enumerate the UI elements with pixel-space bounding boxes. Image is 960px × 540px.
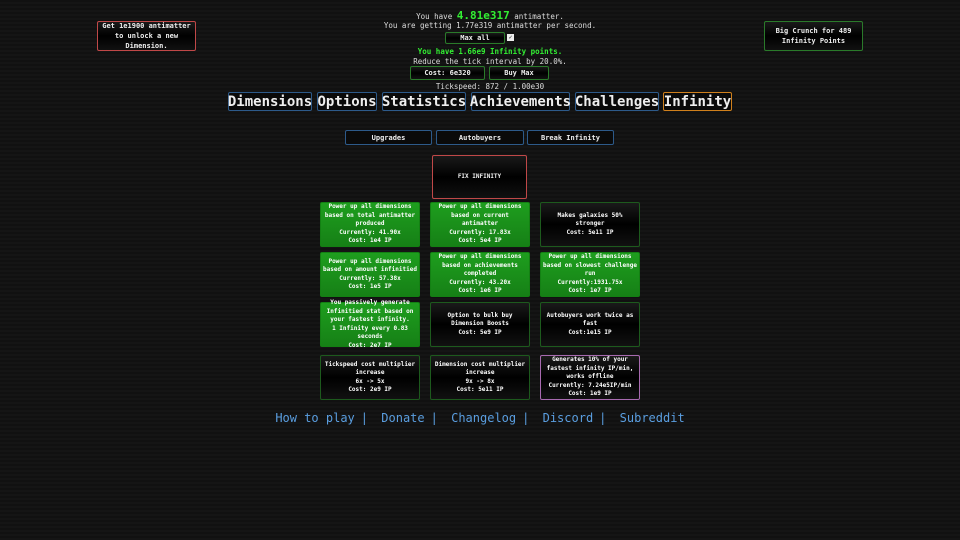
tab-challenges[interactable]: Challenges — [575, 92, 659, 111]
tab-dimensions[interactable]: Dimensions — [228, 92, 312, 111]
tab-statistics[interactable]: Statistics — [382, 92, 466, 111]
subtab-break-infinity[interactable]: Break Infinity — [527, 130, 614, 145]
max-all-button[interactable]: Max all — [445, 32, 505, 44]
fix-infinity-button[interactable]: FIX INFINITY — [432, 155, 527, 199]
link-how-to-play[interactable]: How to play — [275, 411, 354, 425]
infinity-upgrade[interactable]: Generates 10% of your fastest infinity I… — [540, 355, 640, 400]
infinity-upgrade[interactable]: Power up all dimensions based on amount … — [320, 252, 420, 297]
infinity-upgrade[interactable]: Power up all dimensions based on achieve… — [430, 252, 530, 297]
separator: | — [430, 411, 438, 425]
label: antimatter. — [514, 12, 564, 21]
infinity-upgrade[interactable]: Dimension cost multiplier increase 9x ->… — [430, 355, 530, 400]
separator: | — [360, 411, 369, 425]
link-donate[interactable]: Donate — [381, 411, 424, 425]
infinity-points: You have 1.66e9 Infinity points. — [417, 47, 563, 56]
infinity-upgrade[interactable]: Tickspeed cost multiplier increase 6x ->… — [320, 355, 420, 400]
infinity-upgrade[interactable]: Power up all dimensions based on current… — [430, 202, 530, 247]
infinity-upgrade[interactable]: Power up all dimensions based on slowest… — [540, 252, 640, 297]
tick-reduce-text: Reduce the tick interval by 20.0%. — [413, 57, 567, 66]
tab-options[interactable]: Options — [317, 92, 377, 111]
infinity-upgrade[interactable]: Makes galaxies 50% stronger Cost: 5e11 I… — [540, 202, 640, 247]
subtab-autobuyers[interactable]: Autobuyers — [436, 130, 524, 145]
tickspeed-display: Tickspeed: 872 / 1.00e30 — [435, 82, 545, 91]
link-changelog[interactable]: Changelog — [451, 411, 516, 425]
tab-achievements[interactable]: Achievements — [470, 92, 571, 111]
tab-infinity[interactable]: Infinity — [663, 92, 732, 111]
infinity-upgrade[interactable]: You passively generate Infinitied stat b… — [320, 299, 420, 349]
tickspeed-cost-button[interactable]: Cost: 6e320 — [410, 66, 485, 80]
footer-links: How to play | Donate | Changelog | Discord |… — [0, 411, 960, 425]
infinity-upgrade[interactable]: Option to bulk buy Dimension Boosts Cost… — [430, 302, 530, 347]
separator: | — [522, 411, 530, 425]
infinity-upgrade[interactable]: Autobuyers work twice as fast Cost:1e15 … — [540, 302, 640, 347]
tickspeed-buy-max-button[interactable]: Buy Max — [489, 66, 549, 80]
antimatter-rate: You are getting 1.77e319 antimatter per … — [383, 21, 597, 30]
max-all-checkbox[interactable]: ✓ — [507, 34, 514, 41]
link-discord[interactable]: Discord — [543, 411, 594, 425]
infinity-upgrade[interactable]: Power up all dimensions based on total a… — [320, 202, 420, 247]
subtab-upgrades[interactable]: Upgrades — [345, 130, 432, 145]
separator: | — [599, 411, 607, 425]
link-subreddit[interactable]: Subreddit — [620, 411, 685, 425]
label: You have — [416, 12, 453, 21]
